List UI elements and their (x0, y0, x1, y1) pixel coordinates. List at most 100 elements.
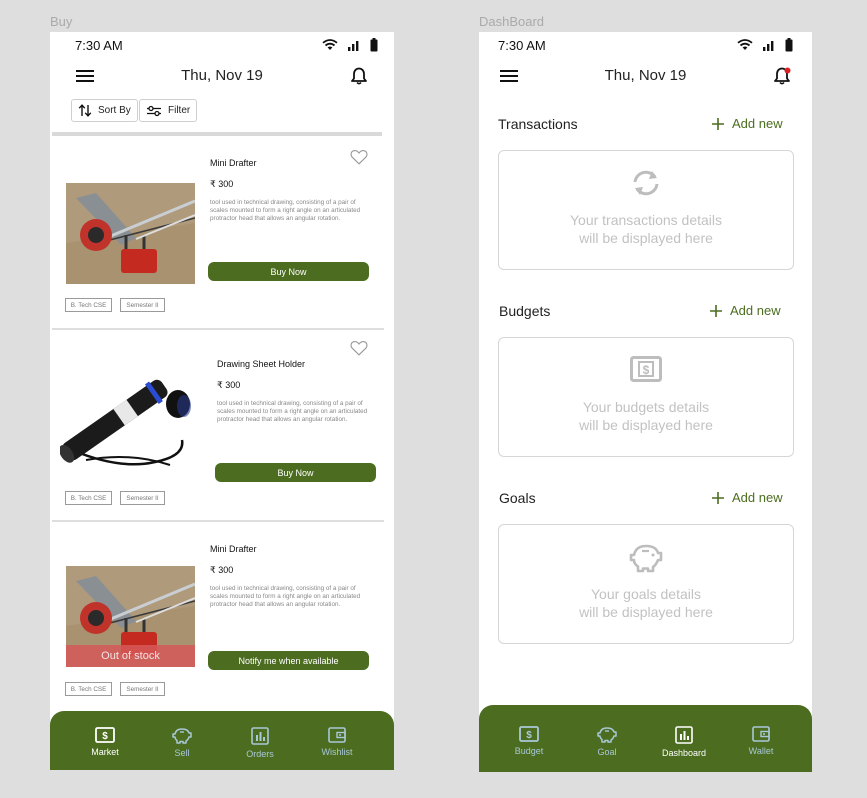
wifi-icon (737, 39, 753, 50)
divider (52, 132, 382, 136)
product-image-sheet-holder (60, 370, 198, 468)
nav-goal[interactable]: Goal (577, 726, 637, 757)
bottom-nav: $ Budget Goal Dashboard Wallet (479, 705, 812, 772)
filter-icon (147, 105, 161, 116)
goals-card: Your goals details will be displayed her… (498, 524, 794, 644)
budgets-empty-text: Your budgets details will be displayed h… (499, 398, 793, 434)
frame-label-buy: Buy (50, 14, 73, 29)
plus-icon (710, 304, 722, 317)
product-price: ₹ 300 (210, 179, 234, 189)
nav-sell[interactable]: Sell (152, 727, 212, 758)
product-price: ₹ 300 (217, 380, 241, 390)
nav-label: Wallet (748, 746, 774, 756)
out-of-stock-badge: Out of stock (66, 645, 195, 667)
signal-icon (348, 41, 359, 51)
product-tag: B. Tech CSE (65, 682, 112, 696)
transactions-card: Your transactions details will be displa… (498, 150, 794, 270)
dollar-card-icon: $ (95, 727, 115, 743)
product-tag: Semester II (120, 682, 165, 696)
product-tag: B. Tech CSE (65, 491, 112, 505)
sync-icon (633, 170, 659, 196)
status-time: 7:30 AM (75, 37, 123, 53)
nav-label: Dashboard (661, 748, 707, 758)
status-bar: 7:30 AM (50, 32, 394, 58)
product-image-drafter: Out of stock (66, 566, 195, 667)
notification-dot (784, 67, 791, 74)
add-new-label: Add new (730, 303, 781, 318)
add-transaction-button[interactable]: Add new (712, 116, 783, 131)
nav-market[interactable]: $ Market (75, 727, 135, 757)
bell-icon[interactable] (773, 66, 793, 86)
product-card[interactable]: Drawing Sheet Holder ₹ 300 tool used in … (50, 330, 384, 520)
nav-wishlist[interactable]: Wishlist (307, 727, 367, 757)
product-name: Mini Drafter (210, 158, 257, 168)
frame-label-dashboard: DashBoard (479, 14, 545, 29)
nav-label: Wishlist (321, 747, 353, 757)
nav-dashboard[interactable]: Dashboard (654, 726, 714, 758)
empty-line-2: will be displayed here (579, 417, 713, 433)
goals-title: Goals (499, 490, 536, 506)
goals-empty-text: Your goals details will be displayed her… (499, 585, 793, 621)
add-new-label: Add new (732, 490, 783, 505)
nav-label: Orders (246, 749, 274, 759)
buy-screen: 7:30 AM Thu, Nov 19 Sort By Filter Mini … (50, 32, 394, 770)
product-description: tool used in technical drawing, consisti… (217, 400, 368, 424)
nav-label: Market (91, 747, 119, 757)
signal-icon (763, 41, 774, 51)
piggy-bank-icon (172, 728, 192, 744)
status-time: 7:30 AM (498, 37, 546, 53)
buy-now-button[interactable]: Buy Now (215, 463, 376, 482)
empty-line-2: will be displayed here (579, 604, 713, 620)
budgets-card: $ Your budgets details will be displayed… (498, 337, 794, 457)
transactions-empty-text: Your transactions details will be displa… (499, 211, 793, 247)
heart-icon[interactable] (350, 340, 368, 356)
filter-label: Filter (168, 105, 191, 116)
sort-button[interactable]: Sort By (71, 99, 138, 122)
status-icons (322, 38, 378, 52)
product-card[interactable]: Out of stock Mini Drafter ₹ 300 tool use… (50, 522, 384, 712)
battery-icon (785, 38, 793, 52)
buy-now-button[interactable]: Buy Now (208, 262, 369, 281)
piggy-bank-icon (597, 727, 617, 743)
product-description: tool used in technical drawing, consisti… (210, 199, 361, 223)
svg-text:$: $ (102, 731, 108, 742)
status-icons (737, 38, 793, 52)
bar-chart-icon (251, 727, 269, 745)
product-description: tool used in technical drawing, consisti… (210, 585, 361, 609)
nav-wallet[interactable]: Wallet (731, 726, 791, 756)
piggy-bank-icon (629, 544, 663, 573)
svg-text:$: $ (643, 363, 650, 377)
bar-chart-icon (675, 726, 693, 744)
product-name: Mini Drafter (210, 544, 257, 554)
wallet-icon (328, 727, 346, 743)
product-price: ₹ 300 (210, 565, 234, 575)
dashboard-screen: 7:30 AM Thu, Nov 19 Transactions Add new… (479, 32, 812, 772)
empty-line-1: Your budgets details (582, 399, 710, 415)
bottom-nav: $ Market Sell Orders Wishlist (50, 711, 394, 770)
add-new-label: Add new (732, 116, 783, 131)
budgets-title: Budgets (499, 303, 551, 319)
add-goal-button[interactable]: Add new (712, 490, 783, 505)
notify-button[interactable]: Notify me when available (208, 651, 369, 670)
product-tag: B. Tech CSE (65, 298, 112, 312)
dollar-card-icon: $ (630, 356, 662, 382)
bell-icon[interactable] (349, 66, 369, 86)
empty-line-1: Your goals details (590, 586, 701, 602)
product-tag: Semester II (120, 298, 165, 312)
product-name: Drawing Sheet Holder (217, 359, 306, 369)
app-bar: Thu, Nov 19 (50, 62, 394, 92)
nav-budget[interactable]: $ Budget (499, 726, 559, 756)
product-tag: Semester II (120, 491, 165, 505)
filter-button[interactable]: Filter (139, 99, 198, 122)
plus-icon (712, 491, 724, 504)
product-image-drafter (66, 183, 195, 284)
heart-icon[interactable] (350, 149, 368, 165)
empty-line-1: Your transactions details (569, 212, 723, 228)
product-card[interactable]: Mini Drafter ₹ 300 tool used in technica… (50, 138, 384, 328)
nav-orders[interactable]: Orders (230, 727, 290, 759)
nav-label: Budget (514, 746, 544, 756)
add-budget-button[interactable]: Add new (710, 303, 781, 318)
dollar-card-icon: $ (519, 726, 539, 742)
sort-label: Sort By (98, 105, 131, 116)
date-title: Thu, Nov 19 (181, 67, 263, 84)
